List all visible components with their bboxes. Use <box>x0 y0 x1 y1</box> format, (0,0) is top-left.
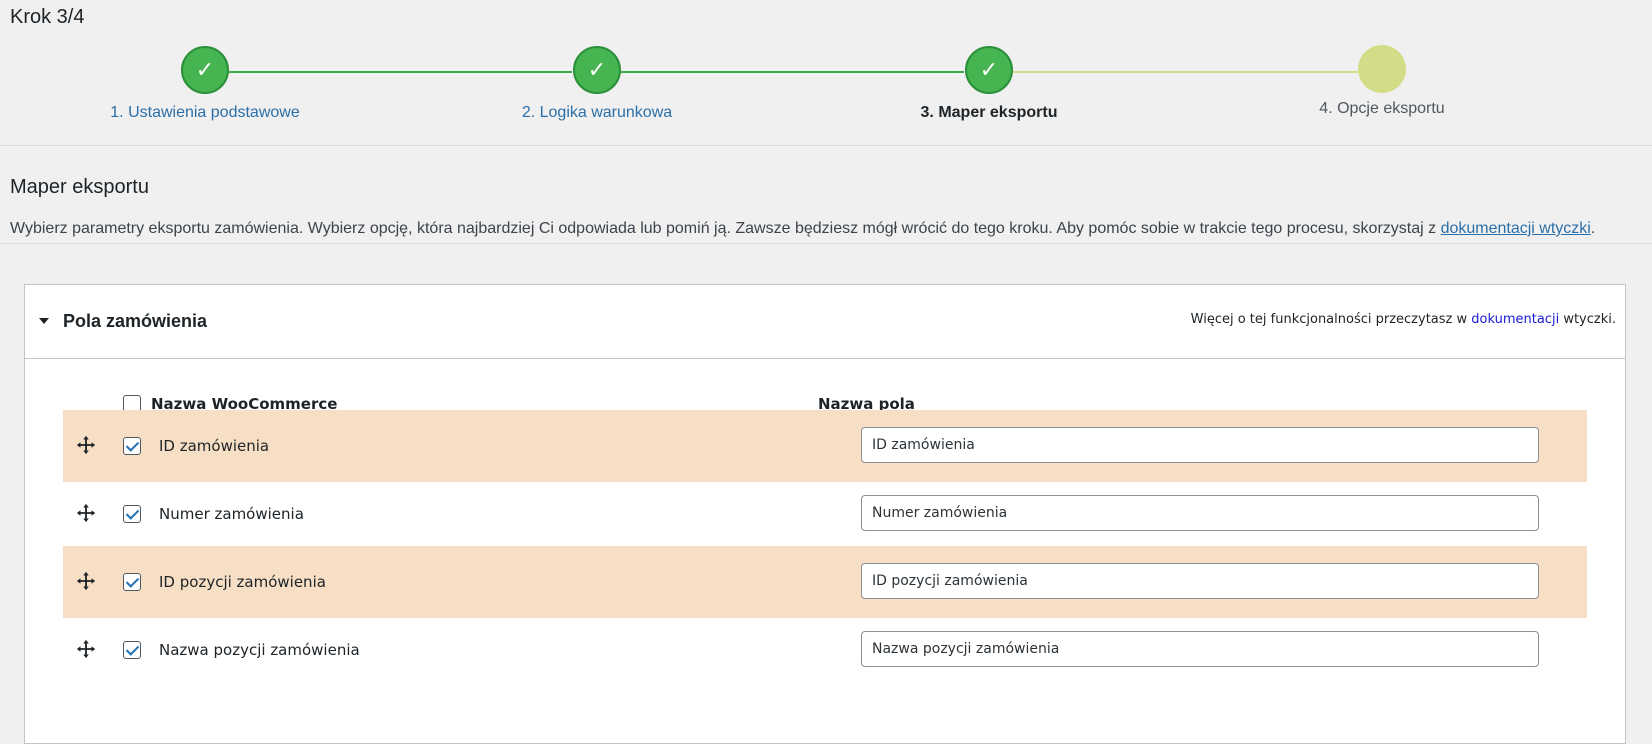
checkmark-icon: ✓ <box>587 57 607 83</box>
row-checkbox[interactable] <box>123 437 141 455</box>
step-2-circle[interactable]: ✓ <box>573 46 621 94</box>
table-row: ID pozycji zamówienia <box>63 546 1587 618</box>
field-name-input[interactable] <box>861 495 1539 531</box>
step-connector-2 <box>621 71 964 73</box>
plugin-docs-link[interactable]: dokumentacji wtyczki <box>1441 220 1591 237</box>
row-checkbox[interactable] <box>123 573 141 591</box>
step-3-label: 3. Maper eksportu <box>920 104 1058 121</box>
step-connector-3 <box>1013 71 1358 73</box>
divider <box>0 145 1652 146</box>
field-name-input[interactable] <box>861 631 1539 667</box>
wizard-stepper: Krok 3/4 ✓ ✓ ✓ 1. Ustawienia podstawowe … <box>0 0 1652 150</box>
move-icon[interactable] <box>75 638 97 660</box>
field-name-input[interactable] <box>861 563 1539 599</box>
row-label: Nazwa pozycji zamówienia <box>159 641 360 659</box>
panel-header[interactable]: Pola zamówienia Więcej o tej funkcjonaln… <box>25 285 1625 359</box>
order-fields-panel: Pola zamówienia Więcej o tej funkcjonaln… <box>24 284 1626 744</box>
table-row: Numer zamówienia <box>63 478 1587 550</box>
panel-title: Pola zamówienia <box>63 311 208 331</box>
step-2-link[interactable]: 2. Logika warunkowa <box>522 104 672 122</box>
section-title: Maper eksportu <box>10 176 149 198</box>
step-connector-1 <box>229 71 572 73</box>
move-icon[interactable] <box>75 570 97 592</box>
divider <box>0 243 1652 244</box>
step-3-circle: ✓ <box>965 46 1013 94</box>
move-icon[interactable] <box>75 434 97 456</box>
step-4-circle <box>1358 45 1406 93</box>
row-label: ID zamówienia <box>159 437 270 455</box>
checkmark-icon: ✓ <box>195 57 215 83</box>
checkmark-icon: ✓ <box>979 57 999 83</box>
field-name-input[interactable] <box>861 427 1539 463</box>
table-row: ID zamówienia <box>63 410 1587 482</box>
row-label: ID pozycji zamówienia <box>159 573 326 591</box>
caret-down-icon[interactable] <box>39 318 49 324</box>
step-1-circle[interactable]: ✓ <box>181 46 229 94</box>
section-description: Wybierz parametry eksportu zamówienia. W… <box>10 220 1596 237</box>
row-label: Numer zamówienia <box>159 505 304 523</box>
table-row: Nazwa pozycji zamówienia <box>63 614 1587 686</box>
step-counter: Krok 3/4 <box>10 6 85 28</box>
row-checkbox[interactable] <box>123 641 141 659</box>
move-icon[interactable] <box>75 502 97 524</box>
step-1-link[interactable]: 1. Ustawienia podstawowe <box>110 104 299 122</box>
step-4-label: 4. Opcje eksportu <box>1319 100 1445 117</box>
row-checkbox[interactable] <box>123 505 141 523</box>
panel-help-note: Więcej o tej funkcjonalności przeczytasz… <box>1190 312 1616 327</box>
docs-link[interactable]: dokumentacji <box>1471 312 1559 327</box>
